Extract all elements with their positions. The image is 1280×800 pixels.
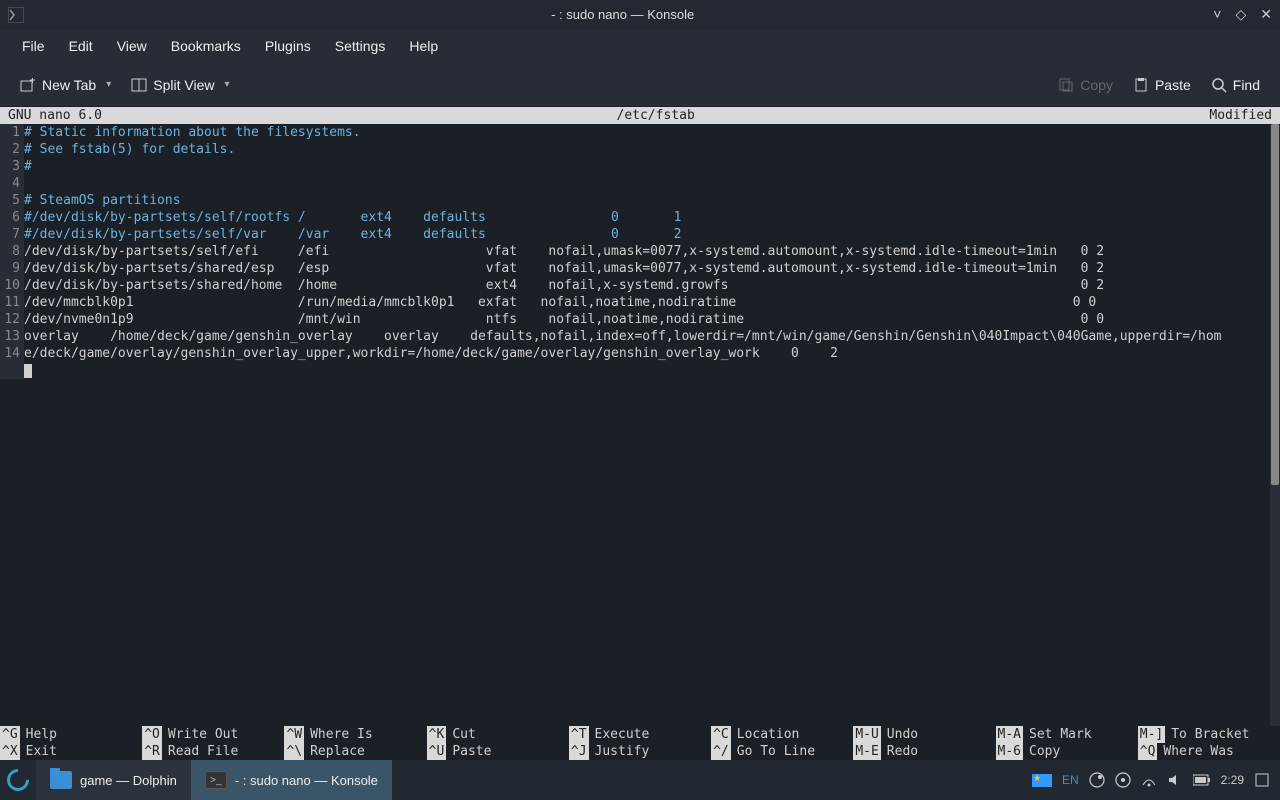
nano-shortcut: M-ERedo <box>853 743 995 760</box>
folder-icon <box>50 771 72 789</box>
keyboard-layout-icon[interactable] <box>1032 774 1052 787</box>
toolbar: New Tab ▾ Split View ▾ Copy Paste Find <box>0 63 1280 107</box>
nano-shortcut: ^/Go To Line <box>711 743 853 760</box>
nano-shortcut-bar: ^GHelp^OWrite Out^WWhere Is^KCut^TExecut… <box>0 726 1280 760</box>
nano-shortcut: ^OWrite Out <box>142 726 284 743</box>
volume-icon[interactable] <box>1167 772 1183 788</box>
menu-plugins[interactable]: Plugins <box>253 32 323 60</box>
menubar: File Edit View Bookmarks Plugins Setting… <box>0 29 1280 63</box>
input-language[interactable]: EN <box>1062 773 1079 787</box>
nano-shortcut: ^UPaste <box>427 743 569 760</box>
split-view-button[interactable]: Split View ▾ <box>121 71 239 99</box>
search-icon <box>1211 77 1227 93</box>
task-konsole[interactable]: >_ - : sudo nano — Konsole <box>191 760 392 800</box>
menu-help[interactable]: Help <box>397 32 450 60</box>
show-desktop-icon[interactable] <box>1254 772 1270 788</box>
system-tray: EN 2:29 <box>1022 772 1280 788</box>
task-dolphin-label: game — Dolphin <box>80 773 177 788</box>
steamdeck-logo-icon <box>2 764 33 795</box>
split-view-icon <box>131 77 147 93</box>
nano-filename: /etc/fstab <box>102 107 1209 124</box>
steam-icon-2[interactable] <box>1115 772 1131 788</box>
nano-shortcut: ^TExecute <box>569 726 711 743</box>
nano-status: Modified <box>1209 107 1272 124</box>
chevron-down-icon: ▾ <box>106 79 111 90</box>
terminal-area[interactable]: GNU nano 6.0 /etc/fstab Modified 1234567… <box>0 107 1280 760</box>
new-tab-button[interactable]: New Tab ▾ <box>10 71 121 99</box>
split-view-label: Split View <box>153 77 214 93</box>
scrollbar-thumb[interactable] <box>1271 124 1279 485</box>
close-icon[interactable]: ✕ <box>1260 6 1272 23</box>
steam-icon[interactable] <box>1089 772 1105 788</box>
new-tab-label: New Tab <box>42 77 96 93</box>
nano-editor[interactable]: 1234567891011121314 # Static information… <box>0 124 1280 379</box>
nano-shortcut: ^WWhere Is <box>284 726 426 743</box>
menu-file[interactable]: File <box>10 32 57 60</box>
copy-icon <box>1058 77 1074 93</box>
taskbar: game — Dolphin >_ - : sudo nano — Konsol… <box>0 760 1280 800</box>
new-tab-icon <box>20 77 36 93</box>
copy-label: Copy <box>1080 77 1113 93</box>
nano-shortcut: M-]To Bracket <box>1138 726 1280 743</box>
battery-icon[interactable] <box>1193 774 1211 786</box>
nano-code-content[interactable]: # Static information about the filesyste… <box>24 124 1280 379</box>
task-konsole-label: - : sudo nano — Konsole <box>235 773 378 788</box>
menu-settings[interactable]: Settings <box>323 32 398 60</box>
konsole-app-icon <box>8 7 24 23</box>
nano-shortcut: M-UUndo <box>853 726 995 743</box>
menu-bookmarks[interactable]: Bookmarks <box>159 32 253 60</box>
chevron-down-icon: ▾ <box>224 79 229 90</box>
nano-shortcut: ^KCut <box>427 726 569 743</box>
line-number-gutter: 1234567891011121314 <box>0 124 24 379</box>
network-icon[interactable] <box>1141 772 1157 788</box>
maximize-icon[interactable]: ◇ <box>1235 6 1246 23</box>
paste-label: Paste <box>1155 77 1191 93</box>
nano-app-name: GNU nano 6.0 <box>8 107 102 124</box>
start-button[interactable] <box>0 760 36 800</box>
window-controls: ˅ ◇ ✕ <box>1213 6 1272 23</box>
nano-shortcut: ^GHelp <box>0 726 142 743</box>
minimize-icon[interactable]: ˅ <box>1213 6 1221 23</box>
clock[interactable]: 2:29 <box>1221 773 1244 787</box>
nano-shortcut: ^JJustify <box>569 743 711 760</box>
window-title: - : sudo nano — Konsole <box>32 7 1213 22</box>
nano-shortcut: ^QWhere Was <box>1138 743 1280 760</box>
terminal-icon: >_ <box>205 771 227 789</box>
nano-shortcut: ^CLocation <box>711 726 853 743</box>
task-dolphin[interactable]: game — Dolphin <box>36 760 191 800</box>
paste-button[interactable]: Paste <box>1123 71 1201 99</box>
menu-view[interactable]: View <box>105 32 159 60</box>
nano-shortcut: ^RRead File <box>142 743 284 760</box>
find-button[interactable]: Find <box>1201 71 1270 99</box>
copy-button[interactable]: Copy <box>1048 71 1123 99</box>
nano-shortcut: ^XExit <box>0 743 142 760</box>
nano-shortcut: M-ASet Mark <box>996 726 1138 743</box>
paste-icon <box>1133 77 1149 93</box>
window-titlebar: - : sudo nano — Konsole ˅ ◇ ✕ <box>0 0 1280 29</box>
nano-header: GNU nano 6.0 /etc/fstab Modified <box>0 107 1280 124</box>
scrollbar-vertical[interactable] <box>1270 124 1280 726</box>
menu-edit[interactable]: Edit <box>57 32 105 60</box>
find-label: Find <box>1233 77 1260 93</box>
nano-shortcut: M-6Copy <box>996 743 1138 760</box>
nano-shortcut: ^\Replace <box>284 743 426 760</box>
